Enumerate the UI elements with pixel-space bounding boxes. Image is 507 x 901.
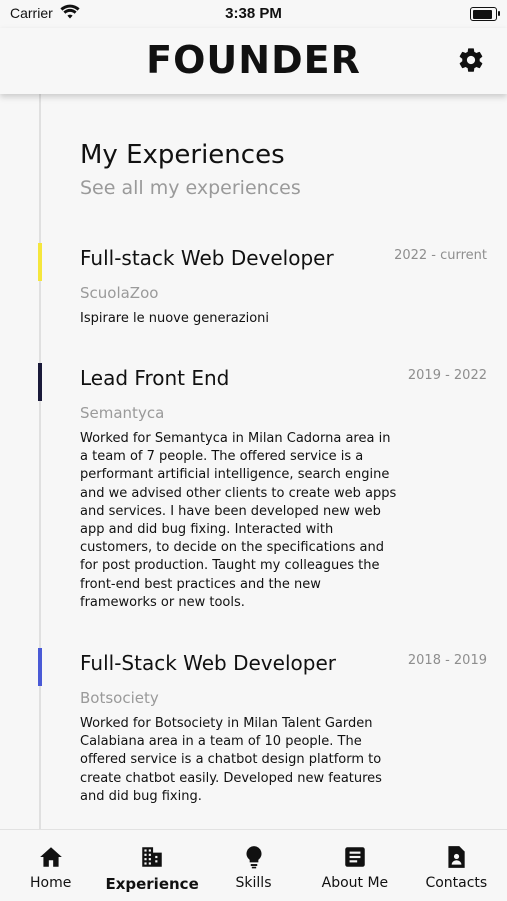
experience-company: Botsociety: [80, 689, 159, 707]
experience-period: 2019 - 2022: [407, 368, 487, 383]
page-title: My Experiences: [80, 140, 285, 170]
tab-label: About Me: [321, 875, 389, 891]
tab-contacts[interactable]: Contacts: [406, 830, 507, 901]
tab-label: Experience: [105, 875, 199, 893]
see-all-link[interactable]: See all my experiences: [80, 177, 301, 199]
timeline-line: [39, 94, 41, 829]
experience-title: Lead Front End: [80, 366, 230, 390]
timeline-marker: [38, 648, 42, 686]
battery-icon: [470, 7, 500, 21]
tab-bar: Home Experience Skills About Me Contacts: [0, 829, 507, 901]
tab-about-me[interactable]: About Me: [304, 830, 405, 901]
document-icon: [345, 847, 365, 867]
experience-title: Full-stack Web Developer: [80, 246, 334, 270]
experiences-scroll[interactable]: My Experiences See all my experiences Fu…: [0, 94, 507, 829]
tab-experience[interactable]: Experience: [101, 830, 202, 901]
experience-company: ScuolaZoo: [80, 284, 159, 302]
contact-card-icon: [448, 846, 465, 868]
experience-description: Ispirare le nuove generazioni: [80, 311, 270, 326]
experience-period: 2018 - 2019: [407, 653, 487, 668]
experience-title: Full-Stack Web Developer: [80, 651, 336, 675]
tab-label: Contacts: [425, 875, 488, 891]
gear-icon[interactable]: [457, 46, 485, 74]
experience-company: Semantyca: [80, 404, 165, 422]
experience-period: 2022 - current: [394, 248, 487, 263]
building-icon: [142, 847, 162, 867]
app-header: FOUNDER: [0, 28, 507, 94]
experience-description: Worked for Botsociety in Milan Talent Ga…: [80, 716, 382, 804]
experience-description: Worked for Semantyca in Milan Cadorna ar…: [80, 431, 397, 610]
lightbulb-icon: [246, 846, 262, 869]
tab-home[interactable]: Home: [0, 830, 101, 901]
timeline-marker: [38, 243, 42, 281]
clock: 3:38 PM: [225, 5, 282, 22]
brand-title: FOUNDER: [146, 38, 361, 82]
timeline-marker: [38, 363, 42, 401]
tab-skills[interactable]: Skills: [203, 830, 304, 901]
status-bar: Carrier 3:38 PM: [0, 0, 507, 28]
home-icon: [39, 847, 62, 867]
tab-label: Skills: [235, 875, 272, 891]
tab-label: Home: [30, 875, 72, 891]
